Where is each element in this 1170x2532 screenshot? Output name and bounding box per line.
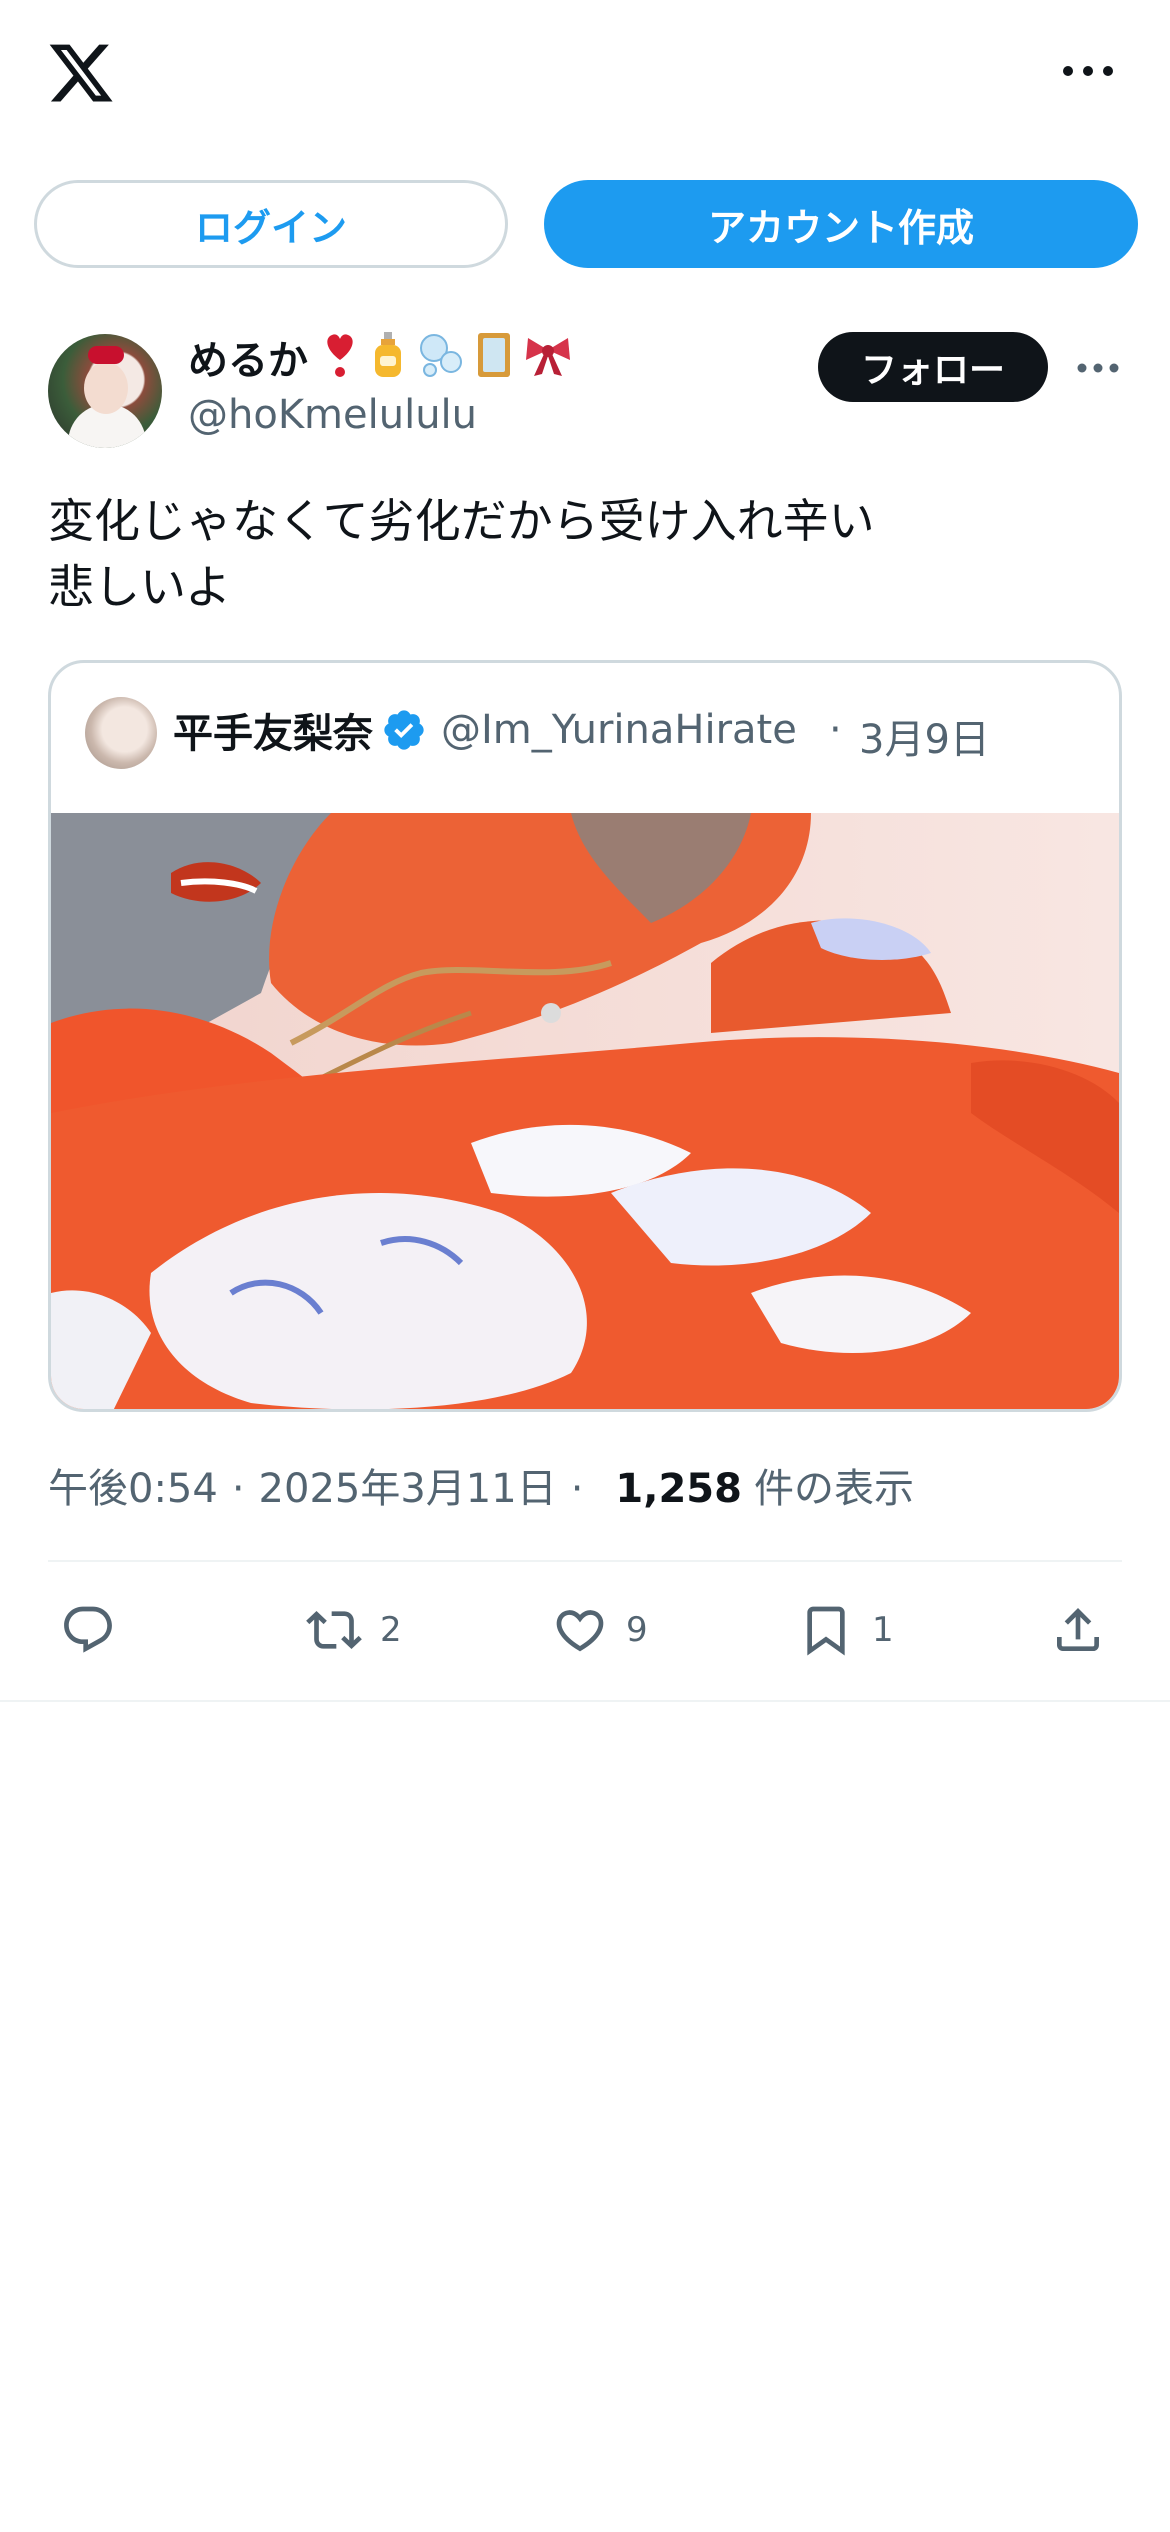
quoted-separator: · xyxy=(829,707,842,753)
post-text: 変化じゃなくて劣化だから受け入れ辛い 悲しいよ xyxy=(48,488,1118,620)
quoted-author-name: 平手友梨奈 xyxy=(173,711,373,757)
repost-button[interactable]: 2 xyxy=(306,1600,402,1660)
meta-separator-1: · xyxy=(231,1466,245,1512)
share-button[interactable] xyxy=(1050,1600,1106,1660)
author-avatar[interactable] xyxy=(48,334,162,448)
quoted-author-avatar xyxy=(85,697,157,769)
post-meta: 午後0:54 · 2025年3月11日 · 1,258 件の表示 xyxy=(48,1456,914,1514)
verified-badge-icon xyxy=(384,710,424,750)
heart-exclamation-icon xyxy=(327,334,353,377)
login-button[interactable]: ログイン xyxy=(34,180,508,268)
mirror-icon xyxy=(478,333,510,377)
quoted-post-date: 3月9日 xyxy=(859,717,990,763)
bubbles-icon xyxy=(420,334,462,377)
bookmark-button[interactable]: 1 xyxy=(798,1600,894,1660)
views-count: 1,258 xyxy=(615,1466,742,1512)
x-logo-icon[interactable] xyxy=(46,38,116,108)
post-date[interactable]: 2025年3月11日 xyxy=(259,1456,557,1514)
author-display-name[interactable]: めるか xyxy=(188,328,308,386)
quoted-post-card[interactable]: 平手友梨奈 @Im_YurinaHirate · 3月9日 xyxy=(48,660,1122,1412)
views-label: 件の表示 xyxy=(753,1466,914,1512)
post-text-line-2: 悲しいよ xyxy=(48,560,232,614)
post-time[interactable]: 午後0:54 xyxy=(48,1456,218,1514)
share-icon xyxy=(1057,1608,1099,1651)
reply-icon xyxy=(64,1606,112,1653)
quoted-post-image[interactable] xyxy=(51,813,1119,1412)
reply-button[interactable] xyxy=(60,1600,134,1660)
author-handle[interactable]: @hoKmelululu xyxy=(188,392,477,438)
bookmark-count: 1 xyxy=(872,1610,894,1650)
follow-button[interactable]: フォロー xyxy=(818,332,1048,402)
create-account-button[interactable]: アカウント作成 xyxy=(544,180,1138,268)
divider xyxy=(0,1700,1170,1702)
lotion-bottle-icon xyxy=(375,332,401,377)
post-more-icon[interactable] xyxy=(1074,358,1122,378)
like-button[interactable]: 9 xyxy=(552,1600,648,1660)
post-text-line-1: 変化じゃなくて劣化だから受け入れ辛い xyxy=(48,494,875,548)
like-heart-icon xyxy=(556,1610,604,1652)
more-options-icon[interactable] xyxy=(1058,56,1118,86)
author-name-emojis xyxy=(320,330,574,380)
divider xyxy=(48,1560,1122,1562)
bookmark-icon xyxy=(807,1606,845,1656)
meta-separator-2: · xyxy=(570,1466,584,1512)
repost-count: 2 xyxy=(380,1610,402,1650)
quoted-author-handle: @Im_YurinaHirate xyxy=(441,707,797,753)
ribbon-icon xyxy=(526,338,570,376)
like-count: 9 xyxy=(626,1610,648,1650)
repost-icon xyxy=(306,1611,362,1649)
